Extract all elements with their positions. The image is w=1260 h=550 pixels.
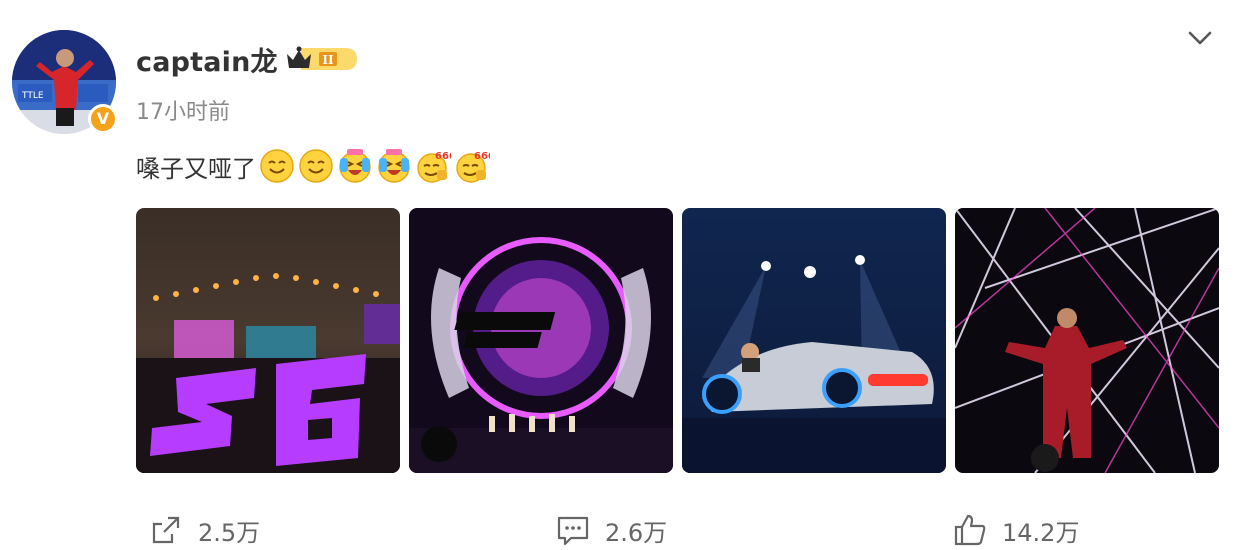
- comment-icon: [555, 512, 591, 548]
- cry-laugh-emoji-icon: [337, 148, 373, 184]
- post-timestamp[interactable]: 17小时前: [136, 94, 230, 126]
- avatar-banner-text: TTLE: [21, 91, 44, 101]
- comment-count: 2.6万: [605, 518, 668, 547]
- smile-emoji-icon: [298, 148, 334, 184]
- cry-laugh-emoji-icon: [376, 148, 412, 184]
- svg-text:666: 666: [474, 151, 490, 162]
- share-icon: [148, 512, 184, 548]
- like-button[interactable]: 14.2万: [952, 510, 1079, 550]
- svg-text:666: 666: [435, 151, 451, 162]
- post-photo-1[interactable]: [136, 208, 400, 473]
- comment-button[interactable]: 2.6万: [555, 510, 667, 550]
- 666-emoji-icon: 666: [454, 148, 490, 184]
- chevron-down-icon[interactable]: [1186, 26, 1214, 50]
- post-photo-3[interactable]: [682, 208, 946, 473]
- concert-lasers-photo: [955, 208, 1219, 473]
- post-photo-2[interactable]: [409, 208, 673, 473]
- concert-stage-photo: [136, 208, 400, 473]
- vip-level-text: II: [322, 53, 334, 67]
- 666-emoji-icon: 666: [415, 148, 451, 184]
- share-button[interactable]: 2.5万: [148, 510, 260, 550]
- verified-badge-icon: V: [88, 104, 118, 134]
- post-text: 嗓子又哑了 666 666: [136, 148, 490, 184]
- post-text-content: 嗓子又哑了: [136, 154, 256, 183]
- concert-car-photo: [682, 208, 946, 473]
- username[interactable]: captain龙: [136, 40, 278, 79]
- smile-emoji-icon: [259, 148, 295, 184]
- vip-crown-badge-icon[interactable]: II: [285, 44, 359, 74]
- share-count: 2.5万: [198, 518, 261, 547]
- thumbs-up-icon: [952, 512, 988, 548]
- post-photo-4[interactable]: [955, 208, 1219, 473]
- like-count: 14.2万: [1002, 518, 1080, 547]
- concert-logo-photo: [409, 208, 673, 473]
